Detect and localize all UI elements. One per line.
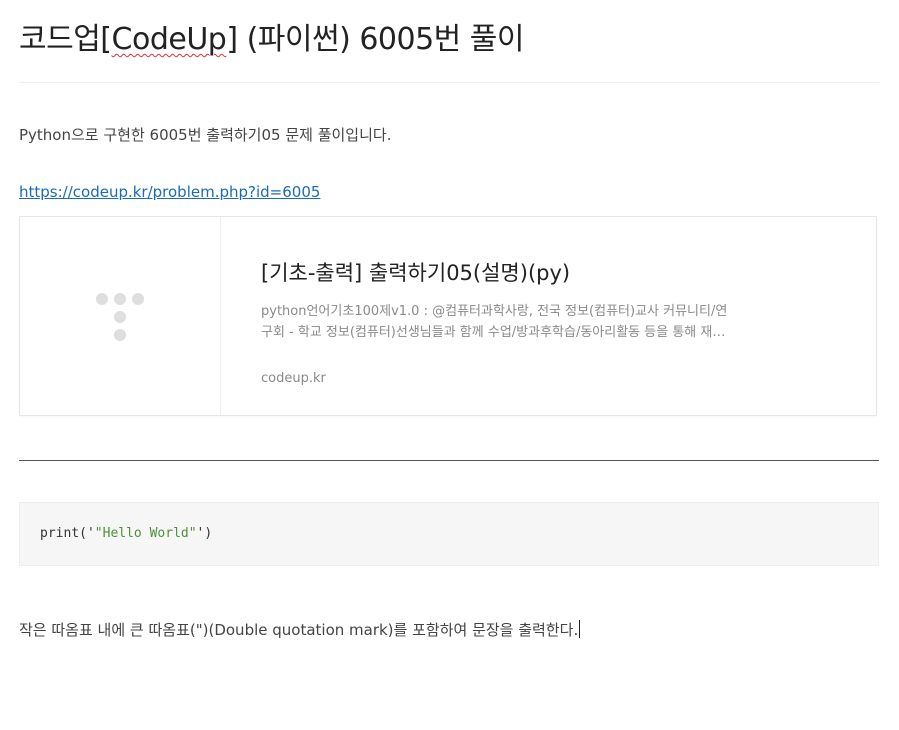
blog-post-page: 코드업[CodeUp] (파이썬) 6005번 풀이 Python으로 구현한 … bbox=[0, 0, 899, 730]
link-preview-thumbnail bbox=[20, 217, 221, 415]
code-quote-open: ' bbox=[86, 526, 95, 541]
post-title-spellchecked-word: CodeUp bbox=[111, 22, 227, 57]
code-block: print('"Hello World"') bbox=[19, 502, 879, 566]
post-title-suffix: ] (파이썬) 6005번 풀이 bbox=[226, 22, 524, 57]
explanation-text: 작은 따옴표 내에 큰 따옴표(")(Double quotation mark… bbox=[19, 621, 579, 639]
link-preview-domain: codeup.kr bbox=[261, 371, 326, 386]
text-cursor bbox=[579, 620, 581, 638]
title-divider bbox=[19, 82, 879, 83]
link-preview-card[interactable]: [기초-출력] 출력하기05(설명)(py) python언어기초100제v1.… bbox=[19, 216, 877, 416]
intro-paragraph: Python으로 구현한 6005번 출력하기05 문제 풀이입니다. bbox=[19, 126, 392, 144]
problem-link[interactable]: https://codeup.kr/problem.php?id=6005 bbox=[19, 183, 320, 201]
explanation-paragraph[interactable]: 작은 따옴표 내에 큰 따옴표(")(Double quotation mark… bbox=[19, 619, 581, 640]
code-string-literal: "Hello World" bbox=[94, 526, 197, 541]
post-title: 코드업[CodeUp] (파이썬) 6005번 풀이 bbox=[19, 14, 524, 58]
code-close-paren: ) bbox=[204, 526, 213, 541]
code-func: print( bbox=[40, 526, 87, 541]
link-preview-body: [기초-출력] 출력하기05(설명)(py) python언어기초100제v1.… bbox=[221, 217, 876, 415]
placeholder-dots-icon bbox=[96, 293, 144, 341]
code-line: print('"Hello World"') bbox=[40, 526, 212, 541]
horizontal-rule bbox=[19, 460, 879, 461]
link-preview-description: python언어기초100제v1.0 : @컴퓨터과학사랑, 전국 정보(컴퓨터… bbox=[261, 304, 728, 340]
link-preview-title: [기초-출력] 출력하기05(설명)(py) bbox=[261, 261, 571, 285]
post-title-prefix: 코드업[ bbox=[19, 22, 112, 57]
